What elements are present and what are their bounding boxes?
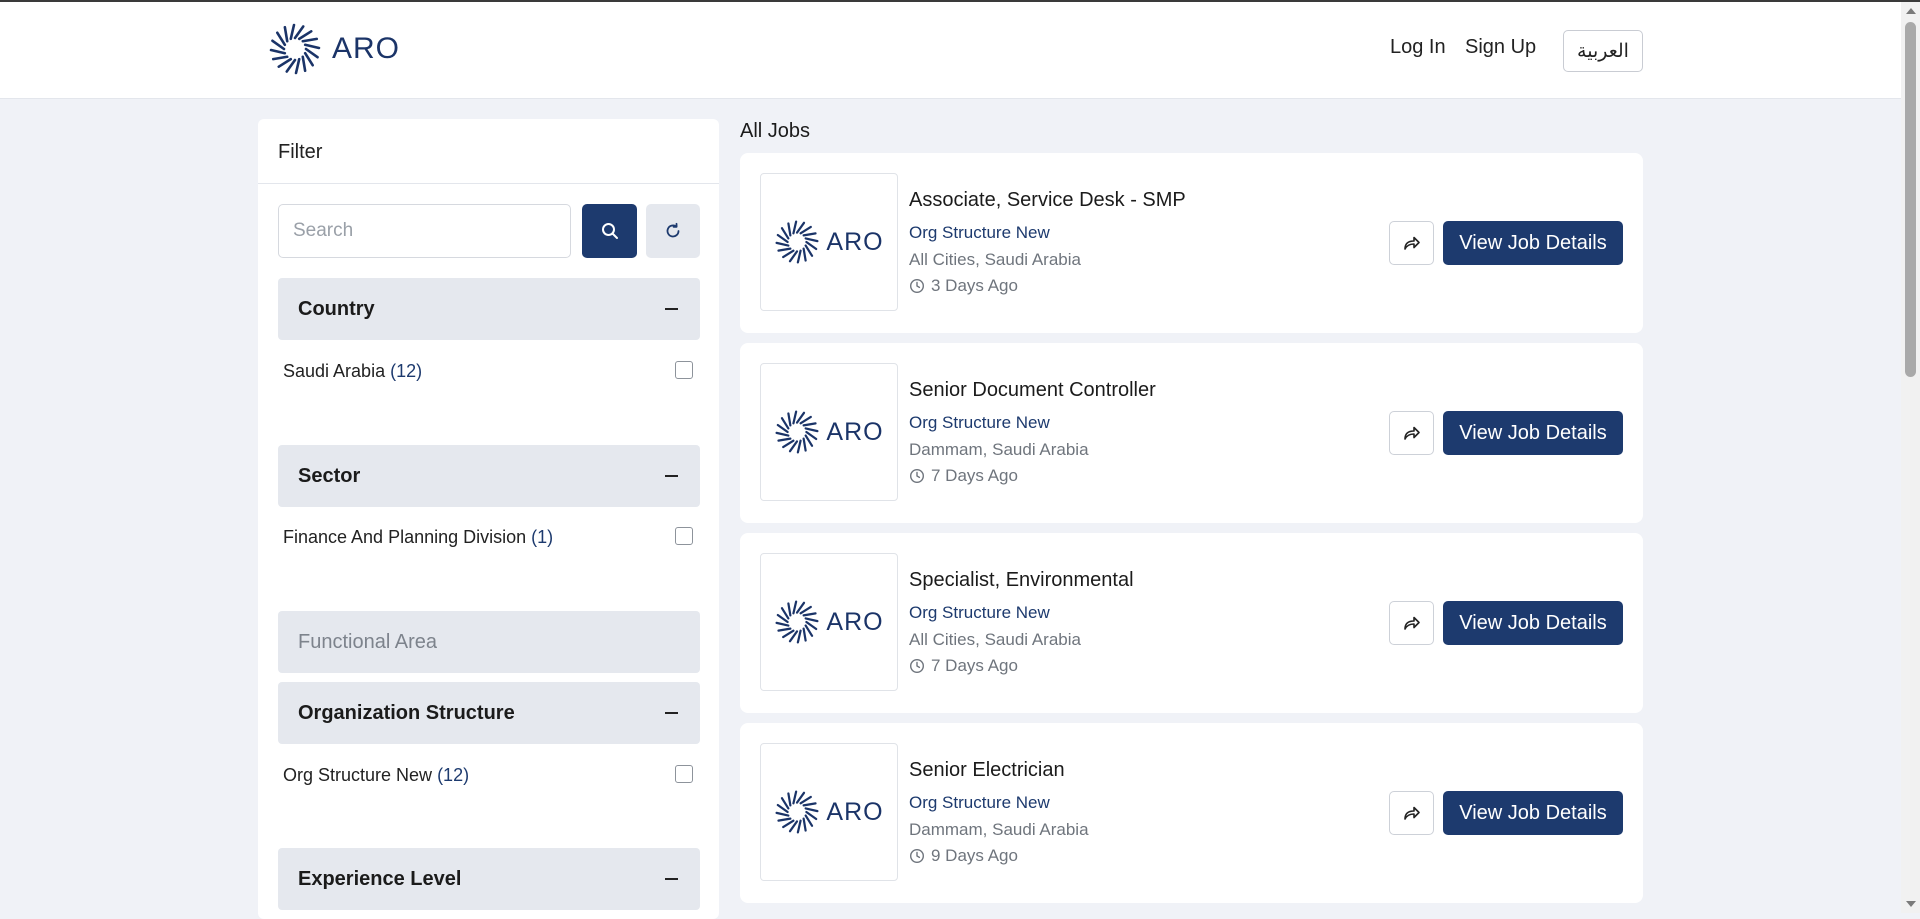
job-title[interactable]: Senior Document Controller bbox=[909, 379, 1156, 402]
checkbox[interactable] bbox=[675, 765, 693, 783]
share-arrow-icon bbox=[1403, 426, 1420, 440]
company-logo: ARO bbox=[760, 743, 898, 881]
jobs-list-title: All Jobs bbox=[740, 120, 811, 142]
refresh-icon bbox=[666, 222, 680, 238]
share-arrow-icon bbox=[1403, 616, 1420, 630]
view-job-details-button[interactable]: View Job Details bbox=[1443, 791, 1623, 835]
filter-option-finance-planning[interactable]: Finance And Planning Division (1) bbox=[283, 522, 698, 552]
job-organization: Org Structure New bbox=[909, 413, 1050, 432]
language-toggle-button[interactable]: العربية bbox=[1563, 30, 1643, 72]
scroll-up-arrow[interactable] bbox=[1906, 8, 1916, 14]
minus-icon[interactable] bbox=[665, 308, 678, 310]
filter-option-saudi-arabia[interactable]: Saudi Arabia (12) bbox=[283, 356, 698, 386]
view-job-details-button[interactable]: View Job Details bbox=[1443, 221, 1623, 265]
share-arrow-icon bbox=[1403, 236, 1420, 250]
job-organization: Org Structure New bbox=[909, 793, 1050, 812]
posted-text: 7 Days Ago bbox=[931, 466, 1018, 485]
aro-burst-icon bbox=[775, 790, 819, 834]
job-card: ARO Senior Document Controller Org Struc… bbox=[740, 343, 1643, 523]
filter-section-organization-structure[interactable]: Organization Structure bbox=[278, 682, 700, 744]
filter-section-experience-level[interactable]: Experience Level bbox=[278, 848, 700, 910]
logo-text: ARO bbox=[826, 797, 884, 826]
search-input[interactable] bbox=[278, 204, 571, 258]
signup-link[interactable]: Sign Up bbox=[1465, 36, 1536, 59]
share-job-button[interactable] bbox=[1389, 601, 1434, 645]
option-count: (12) bbox=[437, 765, 470, 785]
posted-text: 7 Days Ago bbox=[931, 656, 1018, 675]
job-card: ARO Associate, Service Desk - SMP Org St… bbox=[740, 153, 1643, 333]
job-location: Dammam, Saudi Arabia bbox=[909, 440, 1089, 459]
section-title: Functional Area bbox=[298, 630, 437, 653]
minus-icon[interactable] bbox=[665, 475, 678, 477]
job-posted-time: 7 Days Ago bbox=[909, 656, 1018, 676]
filter-title: Filter bbox=[278, 141, 323, 163]
job-organization: Org Structure New bbox=[909, 603, 1050, 622]
filter-divider bbox=[258, 183, 719, 184]
clock-icon bbox=[909, 848, 925, 864]
job-location: All Cities, Saudi Arabia bbox=[909, 250, 1081, 269]
share-job-button[interactable] bbox=[1389, 411, 1434, 455]
filter-panel: Filter Country Saudi Arabia (12) Sector … bbox=[258, 119, 719, 919]
filter-option-org-structure-new[interactable]: Org Structure New (12) bbox=[283, 760, 698, 790]
option-count: (12) bbox=[390, 361, 423, 381]
filter-section-functional-area[interactable]: Functional Area bbox=[278, 611, 700, 673]
filter-section-country[interactable]: Country bbox=[278, 278, 700, 340]
company-logo: ARO bbox=[760, 363, 898, 501]
scrollbar-thumb[interactable] bbox=[1905, 22, 1916, 377]
company-logo: ARO bbox=[760, 173, 898, 311]
logo-text: ARO bbox=[826, 417, 884, 446]
minus-icon[interactable] bbox=[665, 878, 678, 880]
job-title[interactable]: Senior Electrician bbox=[909, 759, 1065, 782]
clock-icon bbox=[909, 658, 925, 674]
minus-icon[interactable] bbox=[665, 712, 678, 714]
job-location: Dammam, Saudi Arabia bbox=[909, 820, 1089, 839]
job-title[interactable]: Specialist, Environmental bbox=[909, 569, 1134, 592]
reset-filters-button[interactable] bbox=[646, 204, 700, 258]
option-label: Org Structure New bbox=[283, 765, 433, 785]
aro-burst-icon bbox=[775, 410, 819, 454]
share-job-button[interactable] bbox=[1389, 791, 1434, 835]
checkbox[interactable] bbox=[675, 527, 693, 545]
scroll-down-arrow[interactable] bbox=[1906, 901, 1916, 907]
search-button[interactable] bbox=[582, 204, 637, 258]
logo-text: ARO bbox=[826, 227, 884, 256]
section-title: Sector bbox=[298, 464, 361, 487]
checkbox[interactable] bbox=[675, 361, 693, 379]
site-header: ARO Log In Sign Up العربية bbox=[0, 2, 1901, 99]
view-job-details-button[interactable]: View Job Details bbox=[1443, 601, 1623, 645]
page-scrollbar[interactable] bbox=[1901, 2, 1920, 913]
share-job-button[interactable] bbox=[1389, 221, 1434, 265]
job-posted-time: 9 Days Ago bbox=[909, 846, 1018, 866]
logo-text: ARO bbox=[332, 32, 401, 65]
option-label: Saudi Arabia bbox=[283, 361, 386, 381]
company-logo: ARO bbox=[760, 553, 898, 691]
job-card: ARO Specialist, Environmental Org Struct… bbox=[740, 533, 1643, 713]
section-title: Country bbox=[298, 297, 375, 320]
share-arrow-icon bbox=[1403, 806, 1420, 820]
posted-text: 3 Days Ago bbox=[931, 276, 1018, 295]
option-count: (1) bbox=[531, 527, 554, 547]
job-card: ARO Senior Electrician Org Structure New… bbox=[740, 723, 1643, 903]
clock-icon bbox=[909, 468, 925, 484]
job-location: All Cities, Saudi Arabia bbox=[909, 630, 1081, 649]
login-link[interactable]: Log In bbox=[1390, 36, 1446, 59]
posted-text: 9 Days Ago bbox=[931, 846, 1018, 865]
search-icon bbox=[601, 223, 618, 239]
job-posted-time: 3 Days Ago bbox=[909, 276, 1018, 296]
filter-section-sector[interactable]: Sector bbox=[278, 445, 700, 507]
option-label: Finance And Planning Division bbox=[283, 527, 527, 547]
brand-logo[interactable]: ARO bbox=[268, 22, 400, 76]
job-posted-time: 7 Days Ago bbox=[909, 466, 1018, 486]
job-title[interactable]: Associate, Service Desk - SMP bbox=[909, 189, 1186, 212]
job-organization: Org Structure New bbox=[909, 223, 1050, 242]
logo-text: ARO bbox=[826, 607, 884, 636]
section-title: Organization Structure bbox=[298, 701, 515, 724]
aro-burst-icon bbox=[775, 600, 819, 644]
clock-icon bbox=[909, 278, 925, 294]
aro-burst-icon bbox=[269, 23, 321, 75]
aro-burst-icon bbox=[775, 220, 819, 264]
section-title: Experience Level bbox=[298, 867, 462, 890]
view-job-details-button[interactable]: View Job Details bbox=[1443, 411, 1623, 455]
